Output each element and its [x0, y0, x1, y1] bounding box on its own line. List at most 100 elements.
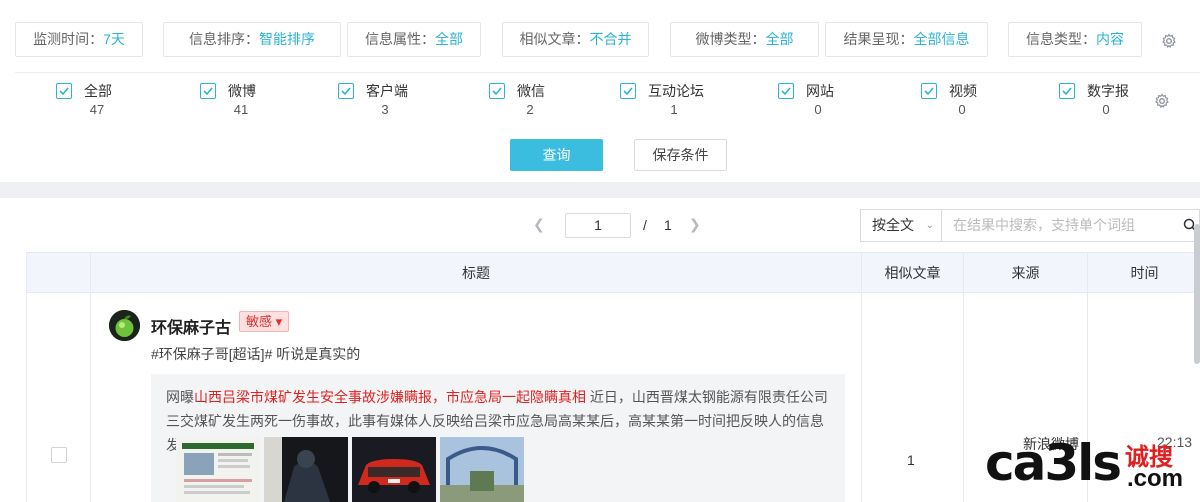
row-checkbox[interactable] [51, 447, 67, 463]
checkbox-checked[interactable] [489, 83, 505, 99]
header-source: 来源 [963, 253, 1087, 293]
checkbox-checked[interactable] [778, 83, 794, 99]
header-time: 时间 [1087, 253, 1200, 293]
divider [15, 72, 1200, 73]
save-conditions-button[interactable]: 保存条件 [634, 139, 727, 171]
filter-value: 智能排序 [259, 31, 315, 47]
check-icon [924, 87, 934, 96]
header-select [27, 253, 90, 293]
check-icon [203, 87, 213, 96]
filter-value: 不合并 [589, 31, 632, 47]
check-icon [1062, 87, 1072, 96]
repost-prefix: 网曝 [166, 389, 194, 405]
post-author[interactable]: 环保麻子古 [151, 314, 231, 338]
source-type-digital-newspaper[interactable]: 数字报 0 [1059, 81, 1169, 121]
filter-label: 信息类型： [1026, 31, 1096, 47]
check-icon [59, 87, 69, 96]
checkbox-checked[interactable] [1059, 83, 1075, 99]
source-type-label: 全部 [84, 83, 112, 99]
source-type-label: 客户端 [366, 83, 408, 99]
thumbnail-image[interactable] [440, 437, 524, 502]
page-total: 1 [664, 217, 672, 233]
filter-sort[interactable]: 信息排序：智能排序 [163, 22, 341, 57]
check-icon [492, 87, 502, 96]
source-type-wechat[interactable]: 微信 2 [489, 81, 599, 121]
repost-card[interactable]: 网曝山西吕梁市煤矿发生安全事故涉嫌瞒报，市应急局一起隐瞒真相 近日，山西晋煤太钢… [151, 374, 845, 502]
watermark-com: .com [1127, 465, 1184, 492]
source-type-count: 41 [233, 102, 249, 117]
checkbox-checked[interactable] [338, 83, 354, 99]
thumbnail-image[interactable] [176, 437, 260, 502]
filter-info-type[interactable]: 信息类型：内容 [1008, 22, 1142, 57]
source-type-label: 数字报 [1087, 83, 1129, 99]
search-input[interactable]: 在结果中搜索，支持单个词组 [941, 209, 1200, 242]
source-type-count: 3 [381, 102, 389, 117]
next-page-icon[interactable]: ❯ [689, 216, 701, 233]
source-type-count: 47 [89, 102, 105, 117]
filter-value: 内容 [1096, 31, 1124, 47]
gear-icon[interactable] [1161, 33, 1177, 49]
check-icon [623, 87, 633, 96]
table-header: 标题 相似文章 来源 时间 [27, 252, 1200, 293]
filter-value: 全部信息 [913, 31, 970, 47]
source-type-forum[interactable]: 互动论坛 1 [620, 81, 730, 121]
filter-attribute[interactable]: 信息属性：全部 [347, 22, 481, 57]
post-text[interactable]: #环保麻子哥[超话]# 听说是真实的 [151, 344, 360, 364]
checkbox-checked[interactable] [921, 83, 937, 99]
filter-weibo-type[interactable]: 微博类型：全部 [670, 22, 819, 57]
avatar[interactable] [109, 310, 140, 341]
thumbnail-image[interactable] [264, 437, 348, 502]
filter-label: 相似文章： [519, 31, 590, 47]
source-type-client[interactable]: 客户端 3 [338, 81, 448, 121]
source-type-weibo[interactable]: 微博 41 [200, 81, 310, 121]
source-type-website[interactable]: 网站 0 [778, 81, 888, 121]
filter-label: 信息属性： [365, 31, 435, 47]
source-type-label: 互动论坛 [648, 83, 704, 99]
filter-value: 7天 [103, 31, 125, 47]
source-type-count: 0 [1102, 102, 1110, 117]
repost-highlight: 山西吕梁市煤矿发生安全事故涉嫌瞒报，市应急局一起隐瞒真相 [194, 389, 586, 405]
page-input[interactable]: 1 [565, 213, 631, 238]
search-mode-select[interactable]: 按全文 ⌄ [860, 209, 942, 242]
source-type-label: 网站 [806, 83, 834, 99]
filter-monitor-time[interactable]: 监测时间：7天 [15, 22, 143, 57]
source-type-label: 视频 [949, 83, 977, 99]
checkbox-checked[interactable] [56, 83, 72, 99]
checkbox-checked[interactable] [620, 83, 636, 99]
source-type-count: 0 [958, 102, 966, 117]
gear-icon[interactable] [1154, 93, 1170, 109]
filter-result-display[interactable]: 结果呈现：全部信息 [825, 22, 988, 57]
source-type-all[interactable]: 全部 47 [56, 81, 166, 121]
column-divider [90, 293, 91, 502]
watermark-logo: ca3ls 诚搜 .com [985, 433, 1195, 499]
column-divider [861, 293, 862, 502]
filter-value: 全部 [435, 31, 463, 47]
checkbox-checked[interactable] [200, 83, 216, 99]
similar-count[interactable]: 1 [907, 452, 915, 468]
prev-page-icon[interactable]: ❮ [533, 216, 545, 233]
scrollbar[interactable] [1194, 224, 1200, 364]
search-mode-value: 按全文 [872, 217, 914, 233]
filter-label: 结果呈现： [843, 31, 914, 47]
source-type-count: 2 [526, 102, 534, 117]
filter-label: 信息排序： [189, 31, 259, 47]
watermark-main: ca3ls [985, 434, 1122, 492]
caret-down-icon: ▾ [275, 314, 283, 329]
filter-similar[interactable]: 相似文章：不合并 [502, 22, 649, 57]
filter-label: 监测时间： [33, 31, 104, 47]
source-type-count: 0 [814, 102, 822, 117]
sensitive-badge-label: 敏感 [246, 314, 273, 329]
header-title: 标题 [90, 253, 861, 293]
query-button[interactable]: 查询 [510, 139, 603, 171]
filter-panel: 监测时间：7天 信息排序：智能排序 信息属性：全部 相似文章：不合并 微博类型：… [0, 0, 1200, 182]
source-type-video[interactable]: 视频 0 [921, 81, 1031, 121]
sensitive-badge[interactable]: 敏感 ▾ [239, 311, 290, 332]
source-type-label: 微博 [228, 83, 256, 99]
page-separator: / [643, 217, 647, 233]
source-type-label: 微信 [517, 83, 545, 99]
filter-value: 全部 [765, 31, 794, 47]
apple-avatar-icon [109, 310, 140, 341]
thumbnail-image[interactable] [352, 437, 436, 502]
header-similar: 相似文章 [861, 253, 963, 293]
chevron-down-icon: ⌄ [925, 220, 934, 231]
